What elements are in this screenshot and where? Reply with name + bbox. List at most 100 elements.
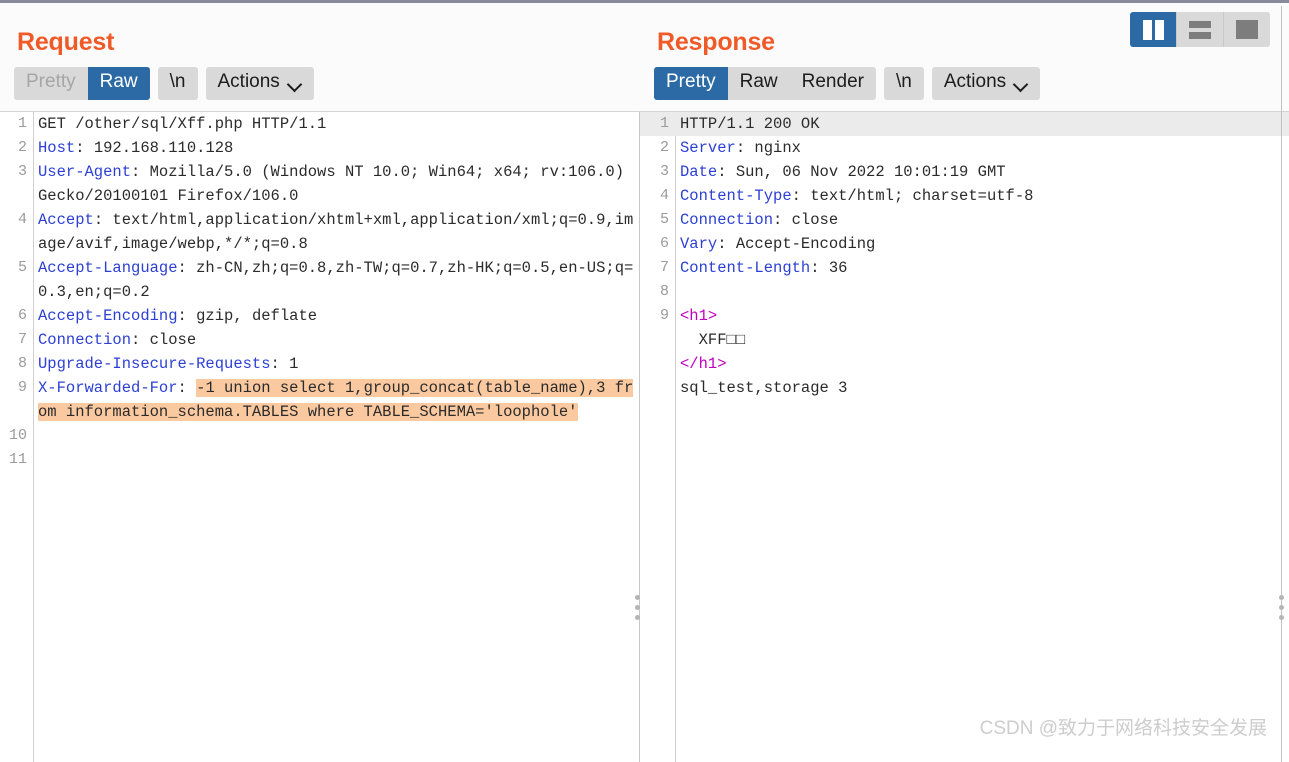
request-actions-button[interactable]: Actions <box>205 67 314 101</box>
code-line: 5 Connection: close <box>640 208 1289 232</box>
code-text: User-Agent: Mozilla/5.0 (Windows NT 10.0… <box>33 160 639 208</box>
header-name: Content-Type <box>680 187 792 206</box>
response-toolbar: Pretty Raw Render \n Actions <box>640 57 1289 111</box>
code-text: Connection: close <box>675 208 1289 232</box>
code-text: Host: 192.168.110.128 <box>33 136 639 160</box>
request-pane: Request Pretty Raw \n Actions 1 GET /othe… <box>0 6 640 762</box>
code-line: 3 Date: Sun, 06 Nov 2022 10:01:19 GMT <box>640 160 1289 184</box>
code-text: Connection: close <box>33 328 639 352</box>
request-view-tabs[interactable]: Pretty Raw <box>14 67 150 101</box>
code-line: 1 HTTP/1.1 200 OK <box>640 112 1289 137</box>
code-text: sql_test,storage 3 <box>675 376 1289 400</box>
response-pane: Response Pretty Raw Render \n Actions 1H… <box>640 6 1289 762</box>
line-number: 4 <box>659 187 669 205</box>
line-number: 11 <box>8 451 27 469</box>
code-span: : close <box>131 331 197 350</box>
code-line: 7 Connection: close <box>0 328 639 352</box>
header-name: Accept <box>38 211 94 230</box>
line-number: 3 <box>17 163 27 181</box>
line-number: 3 <box>659 163 669 181</box>
request-newline-button[interactable]: \n <box>157 67 198 101</box>
layout-single-button[interactable] <box>1224 12 1270 47</box>
request-code-lines: 1 GET /other/sql/Xff.php HTTP/1.1 2 Host: 1… <box>0 112 639 472</box>
chevron-down-icon <box>289 79 302 87</box>
line-number: 1 <box>17 115 27 133</box>
code-text: Accept-Encoding: gzip, deflate <box>33 304 639 328</box>
line-number: 7 <box>17 331 27 349</box>
code-text: Content-Length: 36 <box>675 256 1289 280</box>
response-editor[interactable]: 1 HTTP/1.1 200 OK 2 Server: nginx 3 Date: Sun… <box>640 111 1289 762</box>
code-text: Accept: text/html,application/xhtml+xml,… <box>33 208 639 256</box>
code-span: : text/html; charset=utf-8 <box>791 187 1034 206</box>
code-line: 4 Accept: text/html,application/xhtml+xml… <box>0 208 639 256</box>
code-text: Upgrade-Insecure-Requests: 1 <box>33 352 639 376</box>
response-actions-button[interactable]: Actions <box>931 67 1041 101</box>
request-tab-pretty[interactable]: Pretty <box>14 67 88 100</box>
html-tag: </h1> <box>680 355 727 374</box>
code-text: Vary: Accept-Encoding <box>675 232 1289 256</box>
code-line: 3 User-Agent: Mozilla/5.0 (Windows NT 10.… <box>0 160 639 208</box>
line-number: 7 <box>659 259 669 277</box>
line-number: 5 <box>659 211 669 229</box>
code-span: : close <box>773 211 839 230</box>
code-span: GET /other/sql/Xff.php HTTP/1.1 <box>38 115 327 134</box>
line-number: 6 <box>17 307 27 325</box>
code-line: 5 Accept-Language: zh-CN,zh;q=0.8,zh-TW;q… <box>0 256 639 304</box>
code-span: : 1 <box>270 355 299 374</box>
code-text: GET /other/sql/Xff.php HTTP/1.1 <box>33 112 639 136</box>
layout-stacked-button[interactable] <box>1177 12 1224 47</box>
code-span: HTTP/1.1 200 OK <box>680 115 820 134</box>
layout-side-by-side-button[interactable] <box>1130 12 1177 47</box>
header-name: Accept-Encoding <box>38 307 178 326</box>
header-name: Accept-Language <box>38 259 178 278</box>
code-line: 2 Server: nginx <box>640 136 1289 160</box>
code-text: Date: Sun, 06 Nov 2022 10:01:19 GMT <box>675 160 1289 184</box>
html-tag: <h1> <box>680 307 718 326</box>
line-number: 2 <box>659 139 669 157</box>
csdn-watermark: CSDN @致力于网络科技安全发展 <box>979 718 1267 739</box>
code-line: 2 Host: 192.168.110.128 <box>0 136 639 160</box>
burp-message-editor-window: Request Pretty Raw \n Actions 1 GET /othe… <box>0 0 1289 762</box>
header-name: X-Forwarded-For <box>38 379 178 398</box>
header-name: Content-Length <box>680 259 811 278</box>
code-span: sql_test,storage 3 <box>680 379 848 398</box>
response-tab-pretty[interactable]: Pretty <box>654 67 728 101</box>
code-line: 9 <h1> <box>640 304 1289 328</box>
code-text: <h1> <box>675 304 1289 328</box>
header-name: User-Agent <box>38 163 132 182</box>
single-view-icon <box>1236 20 1258 39</box>
request-title: Request <box>17 28 115 56</box>
split-view-icon <box>1142 19 1164 40</box>
response-view-tabs[interactable]: Pretty Raw Render <box>654 67 876 101</box>
layout-toggle-group[interactable] <box>1130 12 1270 47</box>
request-tab-raw[interactable]: Raw <box>87 67 150 101</box>
code-span: : 192.168.110.128 <box>75 139 234 158</box>
code-span: : Accept-Encoding <box>717 235 876 254</box>
request-editor[interactable]: 1 GET /other/sql/Xff.php HTTP/1.1 2 Host: 1… <box>0 111 640 762</box>
line-number: 5 <box>17 259 27 277</box>
code-line: 10 <box>0 424 639 448</box>
code-line: 7 Content-Length: 36 <box>640 256 1289 280</box>
pane-resize-handle-center[interactable] <box>635 595 640 620</box>
header-name: Host <box>38 139 76 158</box>
response-tab-render[interactable]: Render <box>790 67 876 100</box>
header-name: Upgrade-Insecure-Requests <box>38 355 271 374</box>
header-name: Connection <box>680 211 774 230</box>
line-number: 6 <box>659 235 669 253</box>
code-line: 6 Vary: Accept-Encoding <box>640 232 1289 256</box>
line-number: 4 <box>17 211 27 229</box>
line-number: 2 <box>17 139 27 157</box>
response-tab-raw[interactable]: Raw <box>728 67 790 100</box>
code-span: : Sun, 06 Nov 2022 10:01:19 GMT <box>717 163 1006 182</box>
code-span: : nginx <box>735 139 801 158</box>
response-code-lines: 1 HTTP/1.1 200 OK 2 Server: nginx 3 Date: Sun… <box>640 112 1289 400</box>
code-line: 8 <box>640 280 1289 304</box>
header-name: Server <box>680 139 736 158</box>
request-toolbar: Pretty Raw \n Actions <box>0 57 640 111</box>
chevron-down-icon <box>1015 79 1028 87</box>
code-text: </h1> <box>675 352 1289 376</box>
line-number: 8 <box>17 355 27 373</box>
pane-resize-handle-right[interactable] <box>1279 595 1284 620</box>
response-newline-button[interactable]: \n <box>883 67 924 101</box>
code-span: : 36 <box>810 259 848 278</box>
